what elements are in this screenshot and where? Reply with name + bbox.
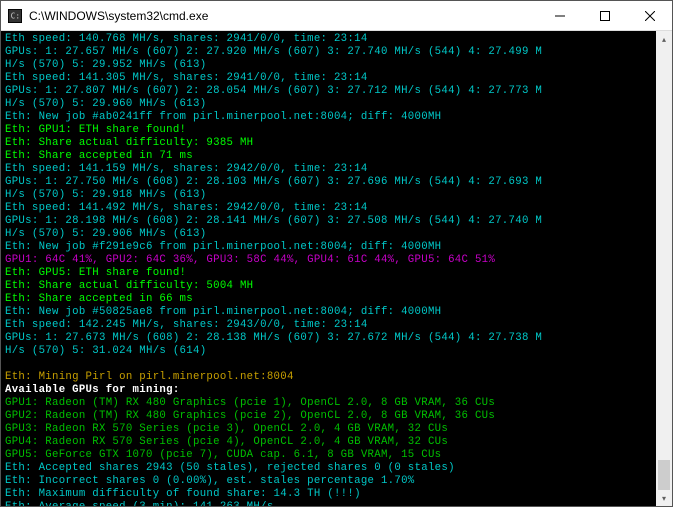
terminal-line: Available GPUs for mining:: [5, 384, 652, 397]
terminal-line: Eth: Share accepted in 71 ms: [5, 150, 652, 163]
terminal-line: Eth: New job #50825ae8 from pirl.minerpo…: [5, 306, 652, 319]
terminal-line: H/s (570) 5: 29.906 MH/s (613): [5, 228, 652, 241]
terminal-line: Eth speed: 141.159 MH/s, shares: 2942/0/…: [5, 163, 652, 176]
terminal-line: H/s (570) 5: 31.024 MH/s (614): [5, 345, 652, 358]
terminal-line: GPU5: GeForce GTX 1070 (pcie 7), CUDA ca…: [5, 449, 652, 462]
terminal-line: Eth: GPU1: ETH share found!: [5, 124, 652, 137]
terminal-area: Eth speed: 140.768 MH/s, shares: 2941/0/…: [1, 31, 672, 506]
terminal-output[interactable]: Eth speed: 140.768 MH/s, shares: 2941/0/…: [1, 31, 656, 506]
terminal-line: Eth: Average speed (3 min): 141.263 MH/s: [5, 501, 652, 506]
terminal-line: GPU1: Radeon (TM) RX 480 Graphics (pcie …: [5, 397, 652, 410]
cmd-icon: C:: [7, 8, 23, 24]
terminal-line: Eth speed: 142.245 MH/s, shares: 2943/0/…: [5, 319, 652, 332]
window-title: C:\WINDOWS\system32\cmd.exe: [29, 9, 537, 23]
window-controls: [537, 1, 672, 30]
terminal-line: GPUs: 1: 27.807 MH/s (607) 2: 28.054 MH/…: [5, 85, 652, 98]
terminal-line: Eth: New job #f291e9c6 from pirl.minerpo…: [5, 241, 652, 254]
terminal-line: [5, 358, 652, 371]
terminal-line: H/s (570) 5: 29.918 MH/s (613): [5, 189, 652, 202]
terminal-line: GPU2: Radeon (TM) RX 480 Graphics (pcie …: [5, 410, 652, 423]
terminal-line: Eth: Share actual difficulty: 5004 MH: [5, 280, 652, 293]
terminal-line: GPUs: 1: 27.657 MH/s (607) 2: 27.920 MH/…: [5, 46, 652, 59]
terminal-line: GPU3: Radeon RX 570 Series (pcie 3), Ope…: [5, 423, 652, 436]
terminal-line: Eth speed: 141.492 MH/s, shares: 2942/0/…: [5, 202, 652, 215]
minimize-button[interactable]: [537, 1, 582, 30]
terminal-line: GPUs: 1: 27.750 MH/s (608) 2: 28.103 MH/…: [5, 176, 652, 189]
terminal-line: GPUs: 1: 27.673 MH/s (608) 2: 28.138 MH/…: [5, 332, 652, 345]
terminal-line: GPU1: 64C 41%, GPU2: 64C 36%, GPU3: 58C …: [5, 254, 652, 267]
maximize-button[interactable]: [582, 1, 627, 30]
terminal-line: Eth: Accepted shares 2943 (50 stales), r…: [5, 462, 652, 475]
scroll-thumb[interactable]: [658, 460, 670, 490]
terminal-line: Eth: Maximum difficulty of found share: …: [5, 488, 652, 501]
titlebar[interactable]: C: C:\WINDOWS\system32\cmd.exe: [1, 1, 672, 31]
terminal-line: Eth: New job #ab0241ff from pirl.minerpo…: [5, 111, 652, 124]
close-button[interactable]: [627, 1, 672, 30]
terminal-line: Eth: Share accepted in 66 ms: [5, 293, 652, 306]
terminal-line: Eth speed: 140.768 MH/s, shares: 2941/0/…: [5, 33, 652, 46]
scroll-up-arrow[interactable]: ▴: [656, 31, 672, 47]
terminal-line: Eth: Mining Pirl on pirl.minerpool.net:8…: [5, 371, 652, 384]
terminal-line: H/s (570) 5: 29.960 MH/s (613): [5, 98, 652, 111]
svg-text:C:: C:: [11, 11, 20, 20]
terminal-line: GPUs: 1: 28.198 MH/s (608) 2: 28.141 MH/…: [5, 215, 652, 228]
terminal-line: Eth: GPU5: ETH share found!: [5, 267, 652, 280]
terminal-line: Eth: Incorrect shares 0 (0.00%), est. st…: [5, 475, 652, 488]
cmd-window: C: C:\WINDOWS\system32\cmd.exe Eth speed…: [0, 0, 673, 507]
terminal-line: H/s (570) 5: 29.952 MH/s (613): [5, 59, 652, 72]
terminal-line: Eth speed: 141.305 MH/s, shares: 2941/0/…: [5, 72, 652, 85]
scroll-down-arrow[interactable]: ▾: [656, 490, 672, 506]
scrollbar[interactable]: ▴ ▾: [656, 31, 672, 506]
terminal-line: Eth: Share actual difficulty: 9385 MH: [5, 137, 652, 150]
terminal-line: GPU4: Radeon RX 570 Series (pcie 4), Ope…: [5, 436, 652, 449]
